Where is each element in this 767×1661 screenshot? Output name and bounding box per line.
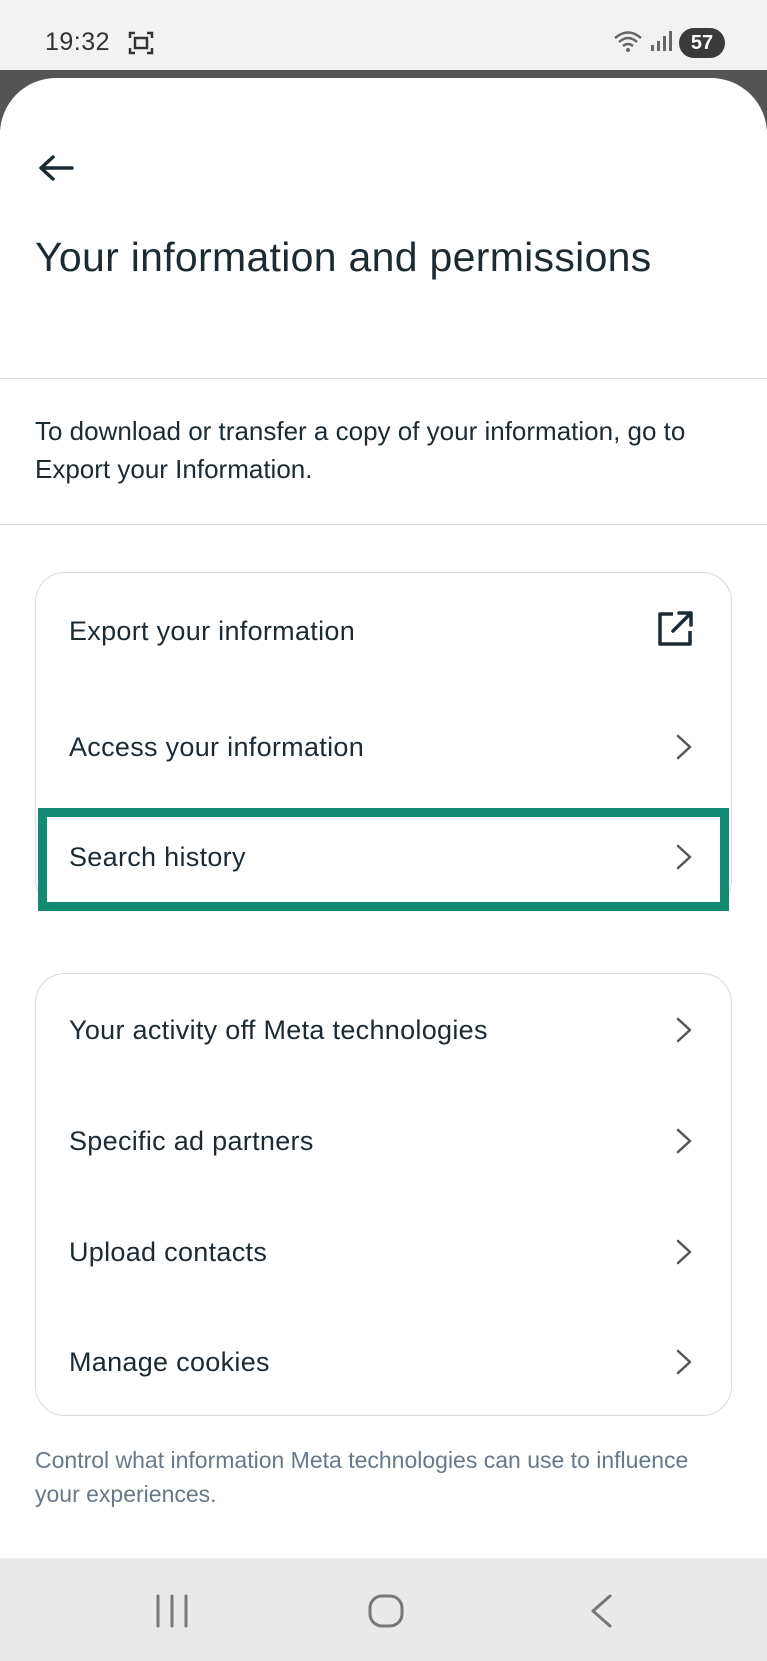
row-label: Export your information [69, 615, 356, 646]
divider [0, 378, 767, 379]
arrow-left-icon [38, 154, 74, 187]
system-nav-bar [0, 1558, 767, 1661]
external-link-icon [655, 609, 695, 654]
activity-off-meta-row[interactable]: Your activity off Meta technologies [36, 980, 731, 1080]
info-card: Export your information Access your info… [35, 572, 732, 910]
signal-icon [649, 29, 673, 58]
intro-text: To download or transfer a copy of your i… [35, 416, 686, 484]
status-bar: 19:32 57 [0, 0, 767, 70]
status-icons: 57 [613, 28, 725, 58]
chevron-right-icon [676, 1017, 692, 1043]
chevron-right-icon [676, 1239, 692, 1265]
permissions-card: Your activity off Meta technologies Spec… [35, 973, 732, 1416]
row-label: Specific ad partners [69, 1125, 314, 1156]
home-icon[interactable] [368, 1594, 404, 1633]
back-button[interactable] [36, 150, 76, 190]
page-title: Your information and permissions [35, 234, 652, 280]
row-label: Your activity off Meta technologies [69, 1014, 488, 1045]
back-nav-icon[interactable] [588, 1594, 614, 1633]
screenshot-icon [128, 31, 154, 60]
access-information-row[interactable]: Access your information [36, 697, 731, 797]
manage-cookies-row[interactable]: Manage cookies [36, 1312, 731, 1412]
recent-apps-icon[interactable] [154, 1594, 190, 1633]
upload-contacts-row[interactable]: Upload contacts [36, 1202, 731, 1302]
chevron-right-icon [676, 844, 692, 870]
wifi-icon [613, 29, 643, 58]
chevron-right-icon [676, 734, 692, 760]
battery-badge: 57 [679, 28, 725, 58]
search-history-row[interactable]: Search history [36, 807, 731, 907]
row-label: Access your information [69, 731, 365, 762]
status-time: 19:32 [45, 28, 111, 56]
row-label: Search history [69, 841, 246, 872]
export-information-row[interactable]: Export your information [36, 581, 731, 681]
divider [0, 524, 767, 525]
specific-ad-partners-row[interactable]: Specific ad partners [36, 1091, 731, 1191]
row-label: Upload contacts [69, 1236, 268, 1267]
row-label: Manage cookies [69, 1346, 270, 1377]
footer-text: Control what information Meta technologi… [35, 1447, 689, 1507]
chevron-right-icon [676, 1349, 692, 1375]
chevron-right-icon [676, 1128, 692, 1154]
